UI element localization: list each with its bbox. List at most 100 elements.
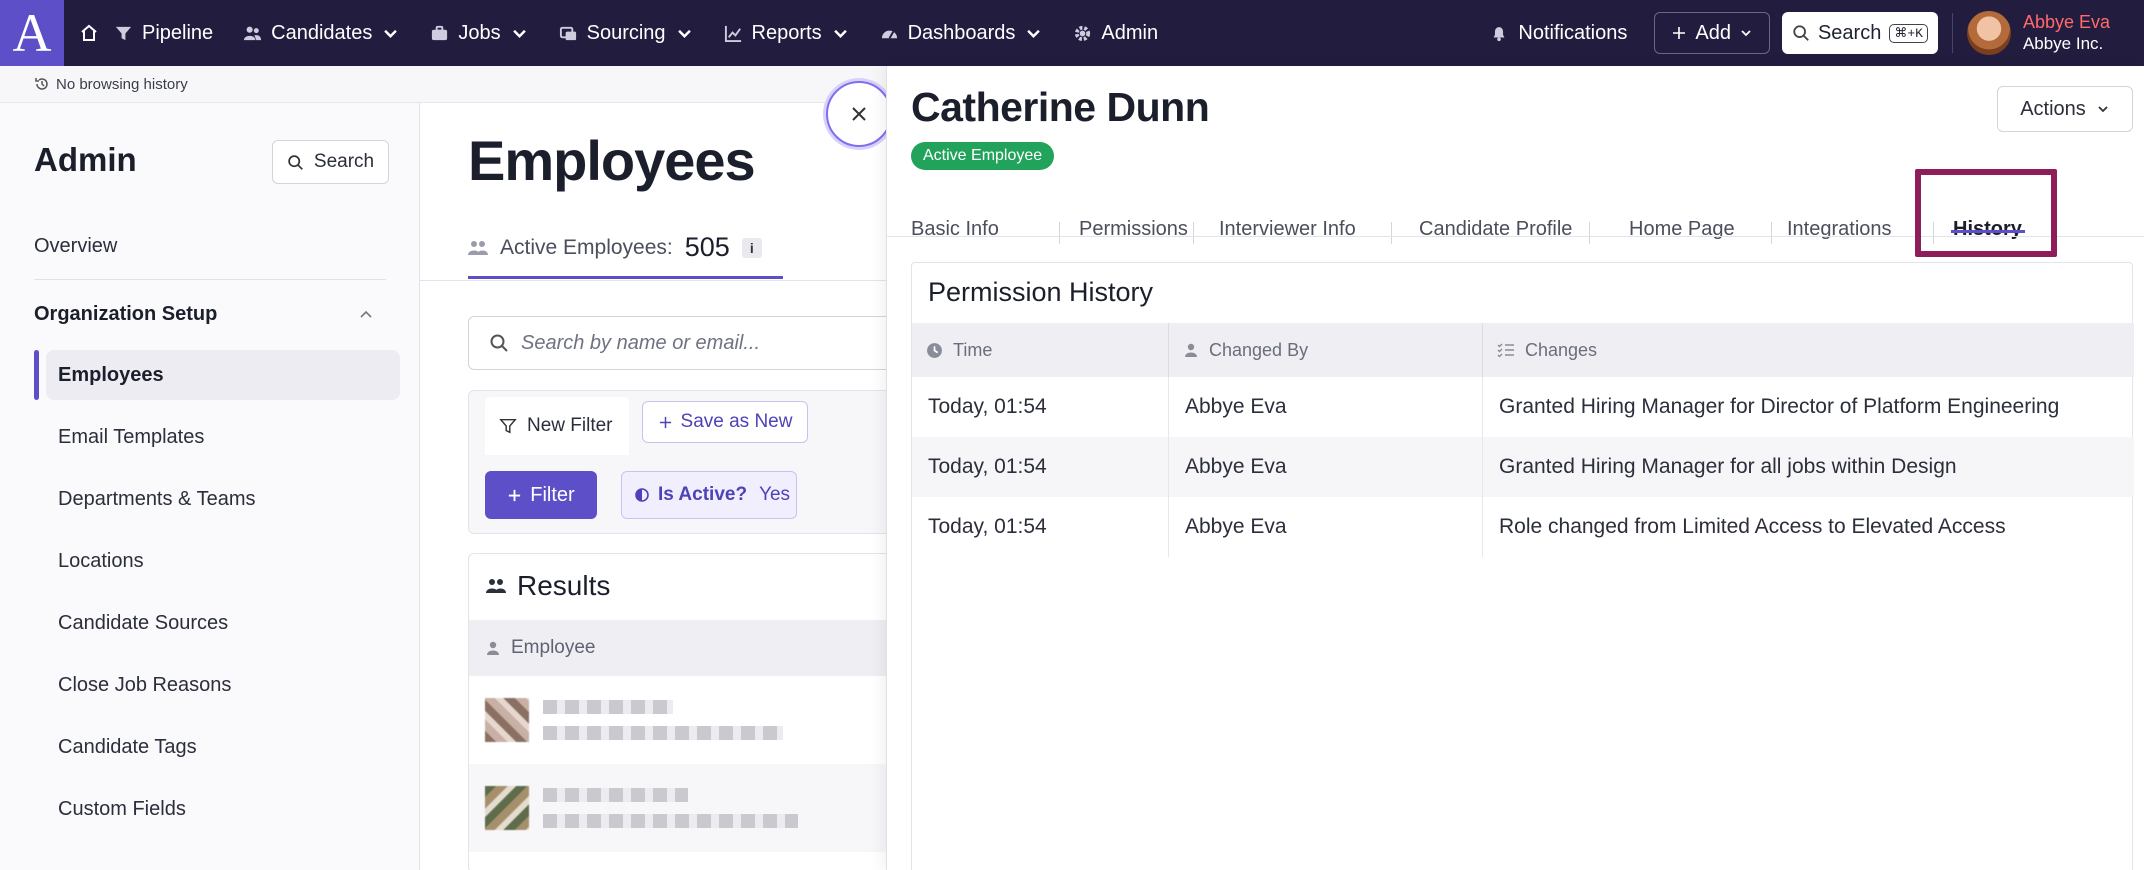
gauge-icon	[881, 30, 897, 39]
cell-changed-by: Abbye Eva	[1169, 437, 1483, 497]
cell-time: Today, 01:54	[912, 497, 1169, 557]
home-icon[interactable]	[64, 0, 114, 66]
sidebar-item-custom-fields[interactable]: Custom Fields	[46, 784, 400, 834]
status-badge: Active Employee	[911, 142, 1055, 170]
shortcut-badge: ⌘+K	[1889, 23, 1928, 43]
plus-icon	[1673, 27, 1686, 39]
chevron-down-icon	[1741, 30, 1751, 37]
nav-sourcing[interactable]: Sourcing	[559, 0, 694, 66]
nav-candidates[interactable]: Candidates	[243, 0, 400, 66]
sidebar-item-candidate-sources[interactable]: Candidate Sources	[46, 598, 400, 648]
chevron-down-icon	[1027, 29, 1041, 38]
table-row: Today, 01:54 Abbye Eva Granted Hiring Ma…	[912, 437, 2134, 497]
sidebar-item-employees[interactable]: Employees	[46, 350, 400, 400]
person-icon	[487, 641, 499, 655]
sidebar-search-button[interactable]: Search	[272, 140, 389, 184]
cell-changed-by: Abbye Eva	[1169, 377, 1483, 437]
divider	[1059, 222, 1060, 244]
highlight-annotation-box	[1915, 169, 2057, 257]
table-row: Today, 01:54 Abbye Eva Role changed from…	[912, 497, 2134, 557]
tab-permissions[interactable]: Permissions	[1079, 194, 1188, 264]
nav-dashboards[interactable]: Dashboards	[880, 0, 1044, 66]
people-icon	[244, 26, 262, 40]
tab-candidate-profile[interactable]: Candidate Profile	[1419, 194, 1572, 264]
half-circle-icon	[635, 488, 649, 502]
employee-search-input[interactable]: Search by name or email...	[468, 316, 898, 370]
list-check-icon	[1497, 343, 1514, 358]
add-filter-button[interactable]: Filter	[485, 471, 597, 519]
divider	[1771, 222, 1772, 244]
people-icon	[468, 240, 488, 255]
user-menu[interactable]: Abbye Eva Abbye Inc.	[2023, 12, 2110, 54]
add-button[interactable]: Add	[1654, 12, 1770, 54]
column-header-changed-by[interactable]: Changed By	[1169, 323, 1483, 377]
sidebar-item-locations[interactable]: Locations	[46, 536, 400, 586]
top-navigation: A Pipeline Candidates Jobs Sourcing Repo…	[0, 0, 2144, 66]
is-active-filter-chip[interactable]: Is Active? Yes	[621, 471, 797, 519]
employee-column-label: Employee	[511, 637, 596, 658]
cell-changed-by: Abbye Eva	[1169, 497, 1483, 557]
nav-admin[interactable]: Admin	[1073, 0, 1158, 66]
results-column-header[interactable]: Employee	[469, 620, 897, 676]
info-icon[interactable]: i	[741, 237, 762, 258]
search-icon	[1793, 25, 1809, 41]
app-logo[interactable]: A	[0, 0, 64, 66]
tab-home-page[interactable]: Home Page	[1629, 194, 1735, 264]
tab-underline	[468, 276, 783, 279]
user-name: Abbye Eva	[2022, 12, 2110, 32]
nav-pipeline-label: Pipeline	[142, 21, 214, 44]
tab-basic-info[interactable]: Basic Info	[911, 194, 999, 264]
table-row[interactable]	[469, 676, 897, 764]
active-indicator	[34, 350, 39, 400]
cell-changes: Role changed from Limited Access to Elev…	[1499, 515, 2006, 538]
nav-sourcing-label: Sourcing	[586, 21, 666, 44]
chevron-down-icon	[677, 29, 691, 38]
active-employees-label: Active Employees:	[500, 235, 673, 259]
search-icon	[288, 154, 303, 170]
results-title-text: Results	[517, 570, 611, 601]
sidebar-item-candidate-tags[interactable]: Candidate Tags	[46, 722, 400, 772]
filter-label: Filter	[530, 483, 575, 506]
sidebar-item-email-templates[interactable]: Email Templates	[46, 412, 400, 462]
avatar	[485, 786, 529, 830]
chevron-down-icon	[384, 29, 398, 38]
table-row[interactable]	[469, 764, 897, 852]
divider	[34, 279, 386, 280]
filter-chip-label: Is Active?	[658, 484, 748, 505]
results-title: Results	[485, 570, 610, 602]
cell-changes: Granted Hiring Manager for all jobs with…	[1499, 455, 1957, 478]
add-label: Add	[1695, 21, 1731, 44]
notifications-button[interactable]: Notifications	[1490, 22, 1627, 45]
nav-jobs[interactable]: Jobs	[430, 0, 528, 66]
save-as-new-button[interactable]: Save as New	[642, 401, 808, 443]
notifications-label: Notifications	[1518, 21, 1628, 44]
sidebar-item-close-job-reasons[interactable]: Close Job Reasons	[46, 660, 400, 710]
sidebar-item-departments-teams[interactable]: Departments & Teams	[46, 474, 400, 524]
tab-integrations[interactable]: Integrations	[1787, 194, 1892, 264]
table-row: Today, 01:54 Abbye Eva Granted Hiring Ma…	[912, 377, 2134, 437]
nav-pipeline[interactable]: Pipeline	[114, 0, 213, 66]
new-filter-tab[interactable]: New Filter	[485, 397, 629, 455]
sidebar-item-overview[interactable]: Overview	[34, 235, 117, 258]
card-title: Permission History	[928, 277, 1154, 307]
user-avatar[interactable]	[1966, 11, 2011, 55]
nav-reports[interactable]: Reports	[724, 0, 850, 66]
column-header-changes[interactable]: Changes	[1483, 323, 2134, 377]
divider	[1391, 222, 1392, 244]
cell-time: Today, 01:54	[912, 437, 1169, 497]
actions-button[interactable]: Actions	[1997, 86, 2133, 132]
employee-name: Catherine Dunn	[911, 84, 1210, 130]
tab-interviewer-info[interactable]: Interviewer Info	[1219, 194, 1356, 264]
history-icon	[35, 78, 48, 90]
global-search-button[interactable]: Search ⌘+K	[1781, 12, 1938, 54]
nav-reports-label: Reports	[751, 21, 822, 44]
admin-sidebar: Admin Search Overview Organization Setup…	[0, 103, 420, 870]
close-icon	[852, 107, 866, 121]
close-drawer-button[interactable]	[826, 81, 892, 147]
sidebar-section-organization-setup[interactable]: Organization Setup	[34, 303, 374, 326]
active-employees-tab[interactable]: Active Employees: 505 i	[468, 232, 762, 263]
permission-history-card: Permission History Time Changed By Chang…	[911, 262, 2134, 870]
nav-right-group: Notifications Add Search ⌘+K Abbye Eva A…	[1490, 0, 2144, 66]
cell-changes: Granted Hiring Manager for Director of P…	[1499, 395, 2060, 418]
column-header-time[interactable]: Time	[912, 323, 1169, 377]
